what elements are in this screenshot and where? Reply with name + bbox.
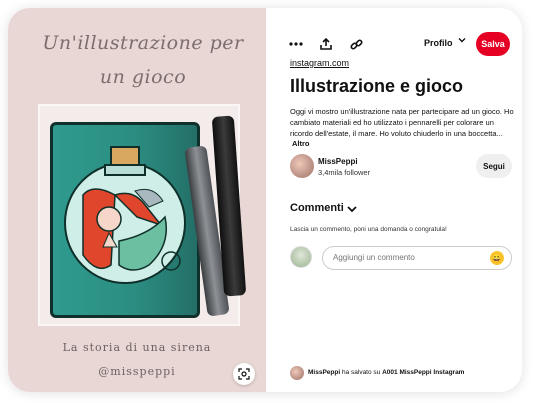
pin-title: Illustrazione e gioco xyxy=(290,76,464,96)
painting-photo xyxy=(38,104,247,326)
comments-hint: Lascia un commento, poni una domanda o c… xyxy=(290,226,447,233)
image-script-title: Un'illustrazione per un gioco xyxy=(42,32,244,88)
saved-verb: ha salvato su xyxy=(341,369,381,376)
saved-by-text: MissPeppi ha salvato su A001 MissPeppi I… xyxy=(308,369,464,376)
pin-image[interactable]: Un'illustrazione per un gioco La storia … xyxy=(8,8,266,392)
pin-toolbar: Profilo Salva xyxy=(266,32,522,56)
creator-row: MissPeppi 3,4mila follower Segui xyxy=(290,154,512,184)
pin-card: Un'illustrazione per un gioco La storia … xyxy=(8,8,522,392)
comment-input[interactable] xyxy=(333,253,483,262)
comments-chevron-icon[interactable] xyxy=(346,203,358,215)
read-more-link[interactable]: Altro xyxy=(292,139,310,148)
chevron-down-icon[interactable] xyxy=(458,36,466,44)
creator-avatar[interactable] xyxy=(290,154,314,178)
follow-button[interactable]: Segui xyxy=(476,154,512,178)
mermaid-painting xyxy=(50,122,200,318)
image-caption: La storia di una sirena xyxy=(62,341,212,354)
saver-name[interactable]: MissPeppi xyxy=(308,369,340,376)
image-handle: @misspeppi xyxy=(98,365,176,378)
creator-name[interactable]: MissPeppi xyxy=(318,157,358,166)
saved-by-row: MissPeppi ha salvato su A001 MissPeppi I… xyxy=(290,366,520,382)
source-link[interactable]: instagram.com xyxy=(290,58,349,68)
emoji-button[interactable]: 😀 xyxy=(490,251,504,265)
pin-details: Profilo Salva instagram.com Illustrazion… xyxy=(266,8,522,392)
more-horizontal-icon xyxy=(289,42,303,46)
link-icon xyxy=(349,38,363,50)
visual-search-icon xyxy=(238,368,250,380)
user-avatar xyxy=(290,246,312,268)
profile-selector[interactable]: Profilo xyxy=(424,38,453,48)
comment-box: 😀 xyxy=(322,246,512,270)
saver-avatar[interactable] xyxy=(290,366,304,380)
share-button[interactable] xyxy=(314,32,338,56)
mermaid-illustration xyxy=(64,146,186,284)
comments-heading[interactable]: Commenti xyxy=(290,202,344,214)
saved-board[interactable]: A001 MissPeppi Instagram xyxy=(382,369,464,376)
share-icon xyxy=(320,38,332,50)
pin-description: Oggi vi mostro un'illustrazione nata per… xyxy=(290,107,514,138)
creator-followers: 3,4mila follower xyxy=(318,168,371,177)
save-button[interactable]: Salva xyxy=(476,32,510,56)
copy-link-button[interactable] xyxy=(344,32,368,56)
visual-search-button[interactable] xyxy=(233,363,255,385)
more-options-button[interactable] xyxy=(284,32,308,56)
